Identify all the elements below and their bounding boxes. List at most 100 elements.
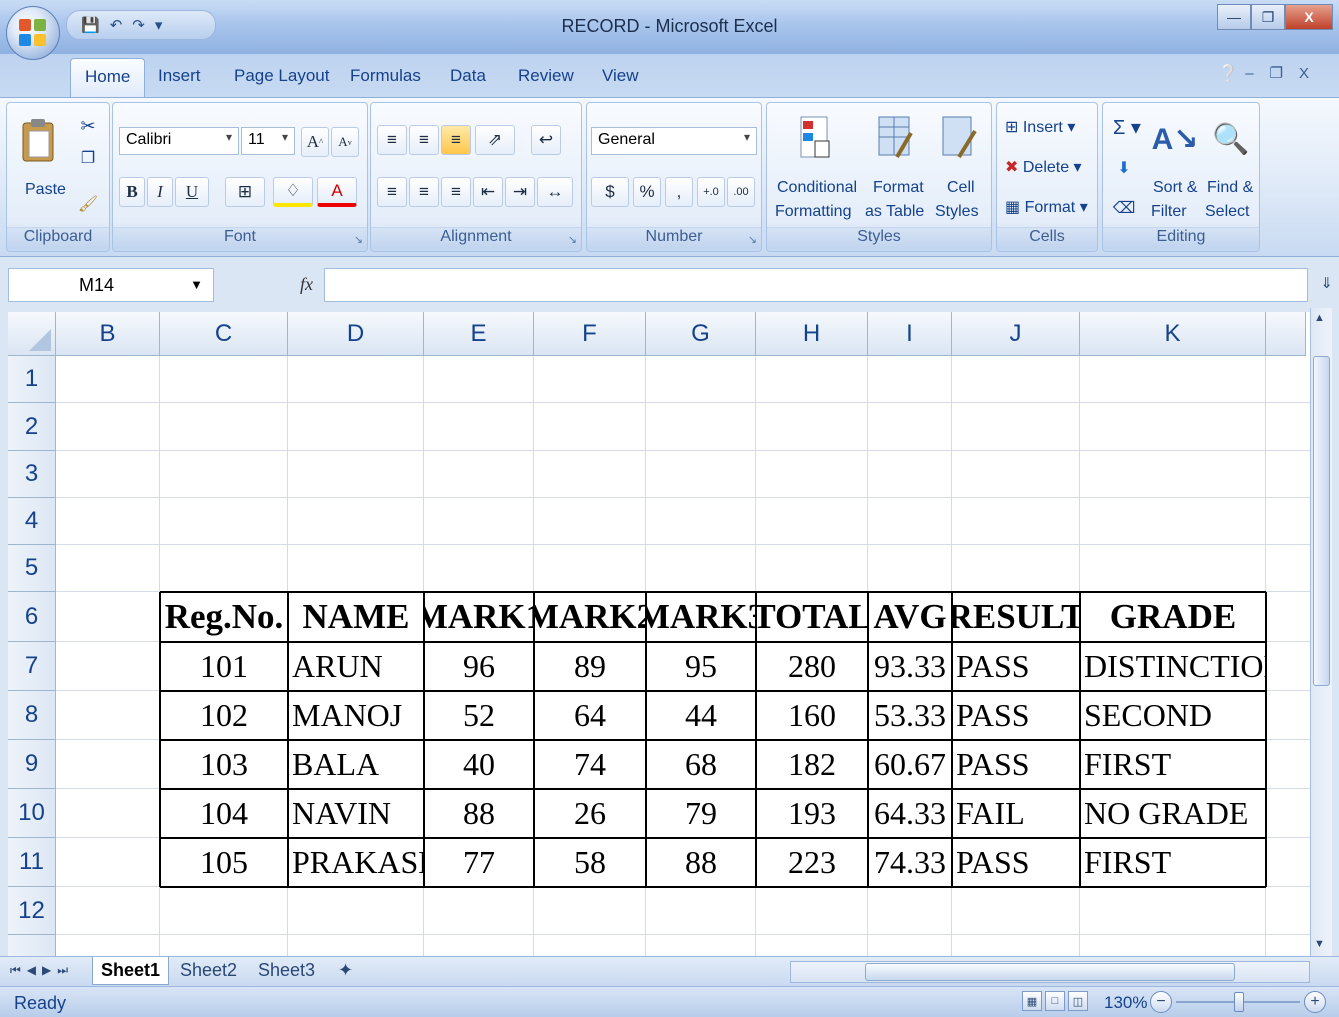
table-cell[interactable]: 193 (756, 789, 868, 838)
align-center-icon[interactable]: ≡ (409, 177, 439, 207)
copy-icon[interactable]: ❐ (77, 147, 99, 169)
dialog-launcher-icon[interactable]: ↘ (568, 233, 577, 246)
table-cell[interactable]: 26 (534, 789, 646, 838)
table-cell[interactable]: PASS (952, 740, 1080, 789)
table-cell[interactable]: 101 (160, 642, 288, 691)
clear-icon[interactable]: ⌫ (1113, 197, 1136, 219)
column-header[interactable]: E (424, 312, 534, 356)
table-cell[interactable]: 64.33 (868, 789, 952, 838)
decrease-indent-icon[interactable]: ⇤ (473, 177, 503, 207)
table-header-cell[interactable]: RESULT (952, 592, 1080, 642)
fill-icon[interactable]: ⬇ (1113, 157, 1135, 179)
table-cell[interactable]: 53.33 (868, 691, 952, 740)
table-cell[interactable]: 89 (534, 642, 646, 691)
find-select-label-1[interactable]: Find & (1207, 179, 1253, 197)
comma-button[interactable]: , (665, 177, 693, 207)
table-cell[interactable]: 104 (160, 789, 288, 838)
tab-review[interactable]: Review (518, 66, 574, 86)
row-header[interactable]: 8 (8, 691, 56, 740)
zoom-level[interactable]: 130% (1104, 993, 1147, 1013)
row-header[interactable]: 4 (8, 498, 56, 545)
table-cell[interactable]: 44 (646, 691, 756, 740)
table-cell[interactable]: 74.33 (868, 838, 952, 887)
insert-sheet-icon[interactable]: ✦ (330, 957, 361, 985)
binoculars-icon[interactable]: 🔍 (1211, 113, 1251, 165)
cut-icon[interactable]: ✂ (77, 115, 99, 137)
tab-view[interactable]: View (602, 66, 639, 86)
dialog-launcher-icon[interactable]: ↘ (748, 233, 757, 246)
align-top-icon[interactable]: ≡ (377, 125, 407, 155)
zoom-in-icon[interactable]: + (1304, 991, 1326, 1013)
paste-icon[interactable] (21, 117, 57, 165)
table-cell[interactable]: PASS (952, 691, 1080, 740)
column-header[interactable]: K (1080, 312, 1266, 356)
tab-formulas[interactable]: Formulas (350, 66, 421, 86)
zoom-out-icon[interactable]: − (1150, 991, 1172, 1013)
table-cell[interactable]: FIRST (1080, 740, 1266, 789)
orientation-icon[interactable]: ⇗ (475, 125, 515, 155)
underline-button[interactable]: U (175, 177, 209, 207)
table-cell[interactable]: PASS (952, 642, 1080, 691)
table-cell[interactable]: SECOND (1080, 691, 1266, 740)
table-cell[interactable]: PRAKASH (288, 838, 424, 887)
grow-font-button[interactable]: A ^ (301, 127, 329, 157)
currency-button[interactable]: $ (591, 177, 629, 207)
row-header[interactable]: 10 (8, 789, 56, 838)
fill-color-icon[interactable]: ♢ (273, 177, 313, 207)
horizontal-scrollbar[interactable] (790, 961, 1310, 983)
cell-styles-label-2[interactable]: Styles (935, 203, 979, 221)
merge-center-icon[interactable]: ↔ (537, 177, 573, 207)
tab-data[interactable]: Data (450, 66, 486, 86)
select-all-button[interactable] (8, 312, 56, 356)
format-as-table-icon[interactable] (875, 113, 915, 163)
horizontal-scroll-thumb[interactable] (865, 963, 1235, 981)
font-size-select[interactable]: 11 ▾ (241, 127, 295, 155)
workbook-window-controls[interactable]: –❐X (1245, 64, 1325, 82)
table-cell[interactable]: 52 (424, 691, 534, 740)
table-cell[interactable]: 79 (646, 789, 756, 838)
percent-button[interactable]: % (633, 177, 661, 207)
row-header[interactable]: 6 (8, 592, 56, 642)
close-button[interactable]: X (1285, 4, 1333, 30)
name-box[interactable]: M14 ▼ (8, 268, 214, 302)
expand-formula-bar-icon[interactable]: ⇓ (1320, 274, 1333, 292)
page-break-view-icon[interactable]: ◫ (1068, 991, 1088, 1011)
cell-styles-label-1[interactable]: Cell (947, 179, 975, 197)
table-cell[interactable]: 103 (160, 740, 288, 789)
bold-button[interactable]: B (119, 177, 145, 207)
restore-button[interactable]: ❐ (1251, 4, 1285, 30)
column-header[interactable]: J (952, 312, 1080, 356)
column-header[interactable]: I (868, 312, 952, 356)
worksheet-grid[interactable]: B C D E F G H I J K 1 2 3 4 5 6 7 8 9 10 11 12 Reg.No. NAME MARK… (8, 312, 1310, 956)
borders-icon[interactable]: ⊞ (225, 177, 265, 207)
table-cell[interactable]: 88 (424, 789, 534, 838)
table-cell[interactable]: 68 (646, 740, 756, 789)
table-cell[interactable]: 105 (160, 838, 288, 887)
table-cell[interactable]: 74 (534, 740, 646, 789)
zoom-slider-thumb[interactable] (1234, 992, 1244, 1012)
row-header[interactable]: 9 (8, 740, 56, 789)
column-header-blank[interactable] (1266, 312, 1306, 356)
column-header[interactable]: C (160, 312, 288, 356)
vertical-scroll-thumb[interactable] (1313, 356, 1330, 686)
table-cell[interactable]: DISTINCTION (1080, 642, 1266, 691)
sheet-tab-3[interactable]: Sheet3 (250, 957, 323, 985)
conditional-formatting-label-2[interactable]: Formatting (775, 203, 851, 221)
align-left-icon[interactable]: ≡ (377, 177, 407, 207)
table-cell[interactable]: 182 (756, 740, 868, 789)
font-name-select[interactable]: Calibri ▾ (119, 127, 239, 155)
tab-home[interactable]: Home (70, 58, 146, 98)
dialog-launcher-icon[interactable]: ↘ (354, 233, 363, 246)
sheet-tab-1[interactable]: Sheet1 (92, 957, 170, 985)
table-cell[interactable]: 40 (424, 740, 534, 789)
table-cell[interactable]: 223 (756, 838, 868, 887)
vertical-scrollbar[interactable]: ▲ ▼ (1310, 308, 1332, 956)
minimize-button[interactable]: — (1217, 4, 1251, 30)
format-cells-button[interactable]: ▦ Format ▾ (1005, 197, 1088, 217)
row-header[interactable]: 7 (8, 642, 56, 691)
table-cell[interactable]: PASS (952, 838, 1080, 887)
conditional-formatting-label-1[interactable]: Conditional (777, 179, 857, 197)
shrink-font-button[interactable]: Av (331, 127, 359, 157)
paste-label[interactable]: Paste (25, 181, 66, 199)
office-button[interactable] (6, 6, 60, 60)
